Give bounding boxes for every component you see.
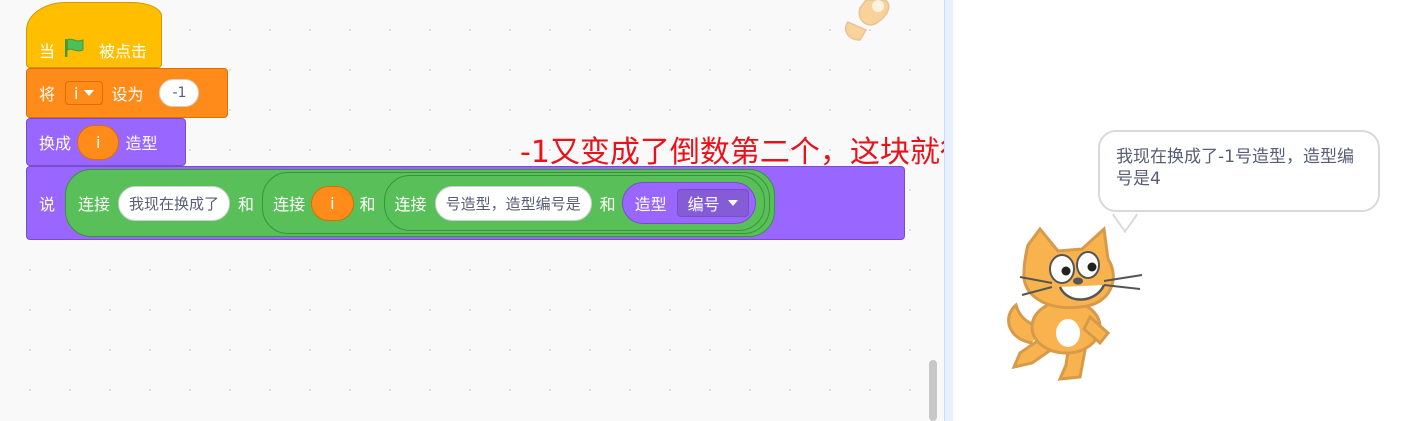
costume-reporter[interactable]: 造型 编号: [621, 182, 756, 224]
and-label: 和: [359, 195, 376, 214]
and-label: 和: [238, 195, 255, 214]
panel-divider: [944, 0, 953, 421]
costume-option: 编号: [687, 195, 720, 214]
set-variable-block[interactable]: 将 i 设为 -1: [26, 68, 228, 118]
join-label: 连接: [273, 195, 306, 214]
green-flag-icon: [63, 38, 85, 62]
join-block-inner[interactable]: 连接 号造型，造型编号是 和 造型 编号: [383, 175, 765, 231]
variable-name: i: [74, 83, 79, 103]
text-input-1[interactable]: 我现在换成了: [118, 185, 231, 221]
say-label: 说: [39, 195, 56, 214]
switch-costume-block[interactable]: 换成 i 造型: [26, 118, 186, 166]
chevron-down-icon: [727, 200, 738, 206]
variable-reporter-i[interactable]: i: [311, 185, 354, 221]
scratch-cat-sprite[interactable]: [1000, 225, 1150, 385]
hat-suffix: 被点击: [99, 42, 148, 61]
costume-label: 造型: [634, 195, 667, 214]
join-block-middle[interactable]: 连接 i 和 连接 号造型，造型编号是 和 造型 编号: [262, 172, 770, 234]
when-flag-clicked-block[interactable]: 当 被点击: [26, 2, 162, 68]
code-workspace[interactable]: 当 被点击 将 i 设为 -1 换成 i 造型 说 连接 我现在换成了 和 连接…: [0, 0, 944, 421]
variable-dropdown[interactable]: i: [65, 81, 104, 105]
switch-label: 换成: [39, 134, 72, 153]
variable-reporter-i[interactable]: i: [77, 124, 120, 160]
join-block-outer[interactable]: 连接 我现在换成了 和 连接 i 和 连接 号造型，造型编号是 和 造型 编号: [65, 169, 775, 237]
and-label: 和: [599, 195, 616, 214]
workspace-scrollbar[interactable]: [929, 360, 937, 421]
hat-prefix: 当: [39, 42, 56, 61]
value-input[interactable]: -1: [159, 79, 200, 107]
sprite-thumbnail-icon: [844, 0, 890, 41]
join-label: 连接: [394, 195, 427, 214]
text-input-2[interactable]: 号造型，造型编号是: [434, 185, 592, 221]
set-label: 将: [39, 85, 56, 104]
chevron-down-icon: [84, 90, 95, 96]
switch-suffix: 造型: [125, 134, 158, 153]
set-to-label: 设为: [111, 85, 144, 104]
costume-dropdown[interactable]: 编号: [676, 189, 749, 217]
speech-bubble: 我现在换成了-1号造型，造型编号是4: [1098, 130, 1380, 212]
say-block[interactable]: 说 连接 我现在换成了 和 连接 i 和 连接 号造型，造型编号是 和 造型 编…: [26, 166, 905, 240]
join-label: 连接: [78, 195, 111, 214]
